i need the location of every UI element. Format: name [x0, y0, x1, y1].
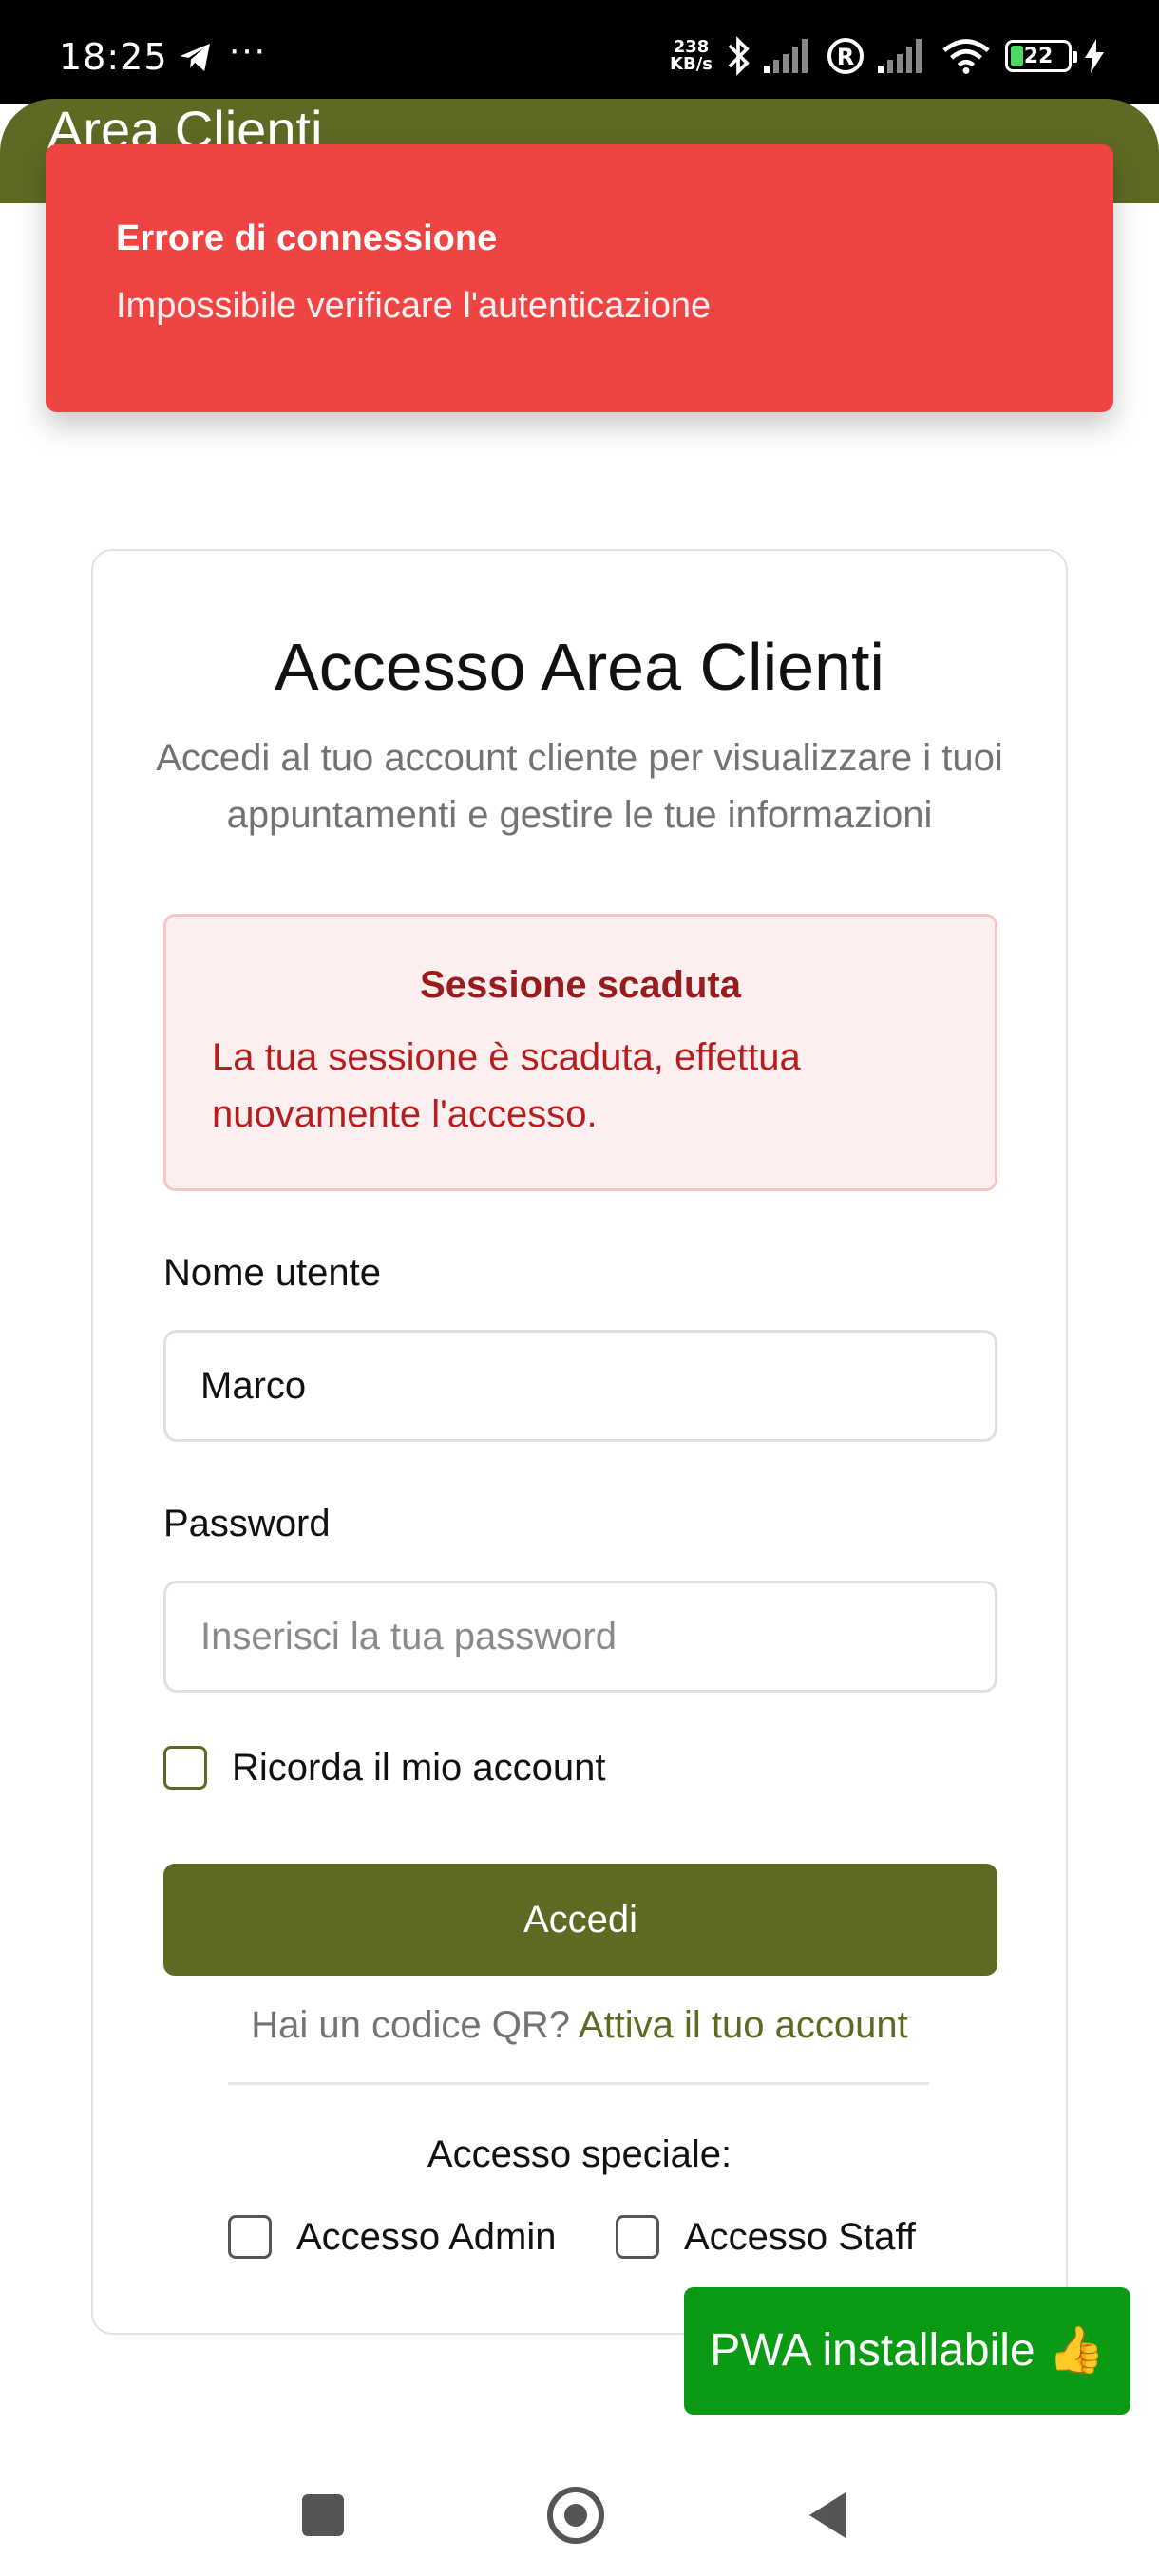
- svg-text:R: R: [837, 44, 854, 70]
- page-title: Accesso Area Clienti: [275, 630, 884, 704]
- alert-title: Sessione scaduta: [420, 964, 741, 1006]
- password-label: Password: [163, 1503, 331, 1544]
- special-access-label: Accesso speciale:: [427, 2133, 732, 2175]
- admin-access-row[interactable]: Accesso Admin: [228, 2215, 556, 2259]
- back-icon[interactable]: [808, 2491, 847, 2540]
- signal-icon: [764, 39, 808, 73]
- remember-me-checkbox[interactable]: [163, 1746, 207, 1790]
- signal-icon-2: [878, 39, 922, 73]
- telegram-icon: [180, 43, 210, 71]
- username-label: Nome utente: [163, 1252, 382, 1294]
- charging-icon: [1085, 39, 1104, 73]
- username-input[interactable]: [163, 1330, 998, 1442]
- staff-access-row[interactable]: Accesso Staff: [616, 2215, 916, 2259]
- status-time: 18:25: [59, 36, 168, 78]
- activate-account-link[interactable]: Attiva il tuo account: [579, 2004, 908, 2046]
- alert-message: La tua sessione è scaduta, effettua nuov…: [212, 1036, 801, 1135]
- recent-apps-icon[interactable]: [302, 2494, 344, 2536]
- login-card: Accesso Area Clienti Accedi al tuo accou…: [91, 549, 1068, 2335]
- remember-me-row[interactable]: Ricorda il mio account: [163, 1746, 606, 1790]
- staff-access-label[interactable]: Accesso Staff: [684, 2216, 916, 2259]
- error-toast[interactable]: Errore di connessione Impossibile verifi…: [46, 144, 1113, 412]
- roaming-icon: R: [827, 38, 864, 74]
- staff-access-checkbox[interactable]: [616, 2215, 659, 2259]
- admin-access-label[interactable]: Accesso Admin: [296, 2216, 556, 2259]
- toast-title: Errore di connessione: [116, 218, 498, 258]
- system-navigation-bar: [0, 2432, 1159, 2576]
- status-icons: 238 KB/s R 22: [670, 32, 1104, 80]
- home-icon[interactable]: [547, 2487, 604, 2544]
- qr-prompt: Hai un codice QR?: [251, 2004, 570, 2046]
- status-bar: 18:25 ··· 238 KB/s R 22: [0, 0, 1159, 104]
- battery-fill: [1011, 46, 1023, 66]
- pwa-install-badge[interactable]: PWA installabile 👍: [684, 2287, 1130, 2415]
- more-notifications-icon: ···: [228, 28, 266, 70]
- toast-message: Impossibile verificare l'autenticazione: [116, 286, 712, 326]
- password-input[interactable]: [163, 1581, 998, 1693]
- login-button[interactable]: Accedi: [163, 1864, 998, 1976]
- qr-activation-row: Hai un codice QR? Attiva il tuo account: [93, 2004, 1066, 2047]
- network-speed: 238 KB/s: [670, 37, 712, 74]
- battery-indicator: 22: [1005, 40, 1077, 72]
- session-expired-alert: Sessione scaduta La tua sessione è scadu…: [163, 914, 998, 1191]
- bluetooth-icon: [728, 36, 750, 76]
- admin-access-checkbox[interactable]: [228, 2215, 272, 2259]
- divider: [228, 2082, 929, 2085]
- page-subtitle: Accedi al tuo account cliente per visual…: [156, 737, 1003, 836]
- remember-me-label[interactable]: Ricorda il mio account: [232, 1747, 606, 1790]
- wifi-icon: [942, 39, 990, 74]
